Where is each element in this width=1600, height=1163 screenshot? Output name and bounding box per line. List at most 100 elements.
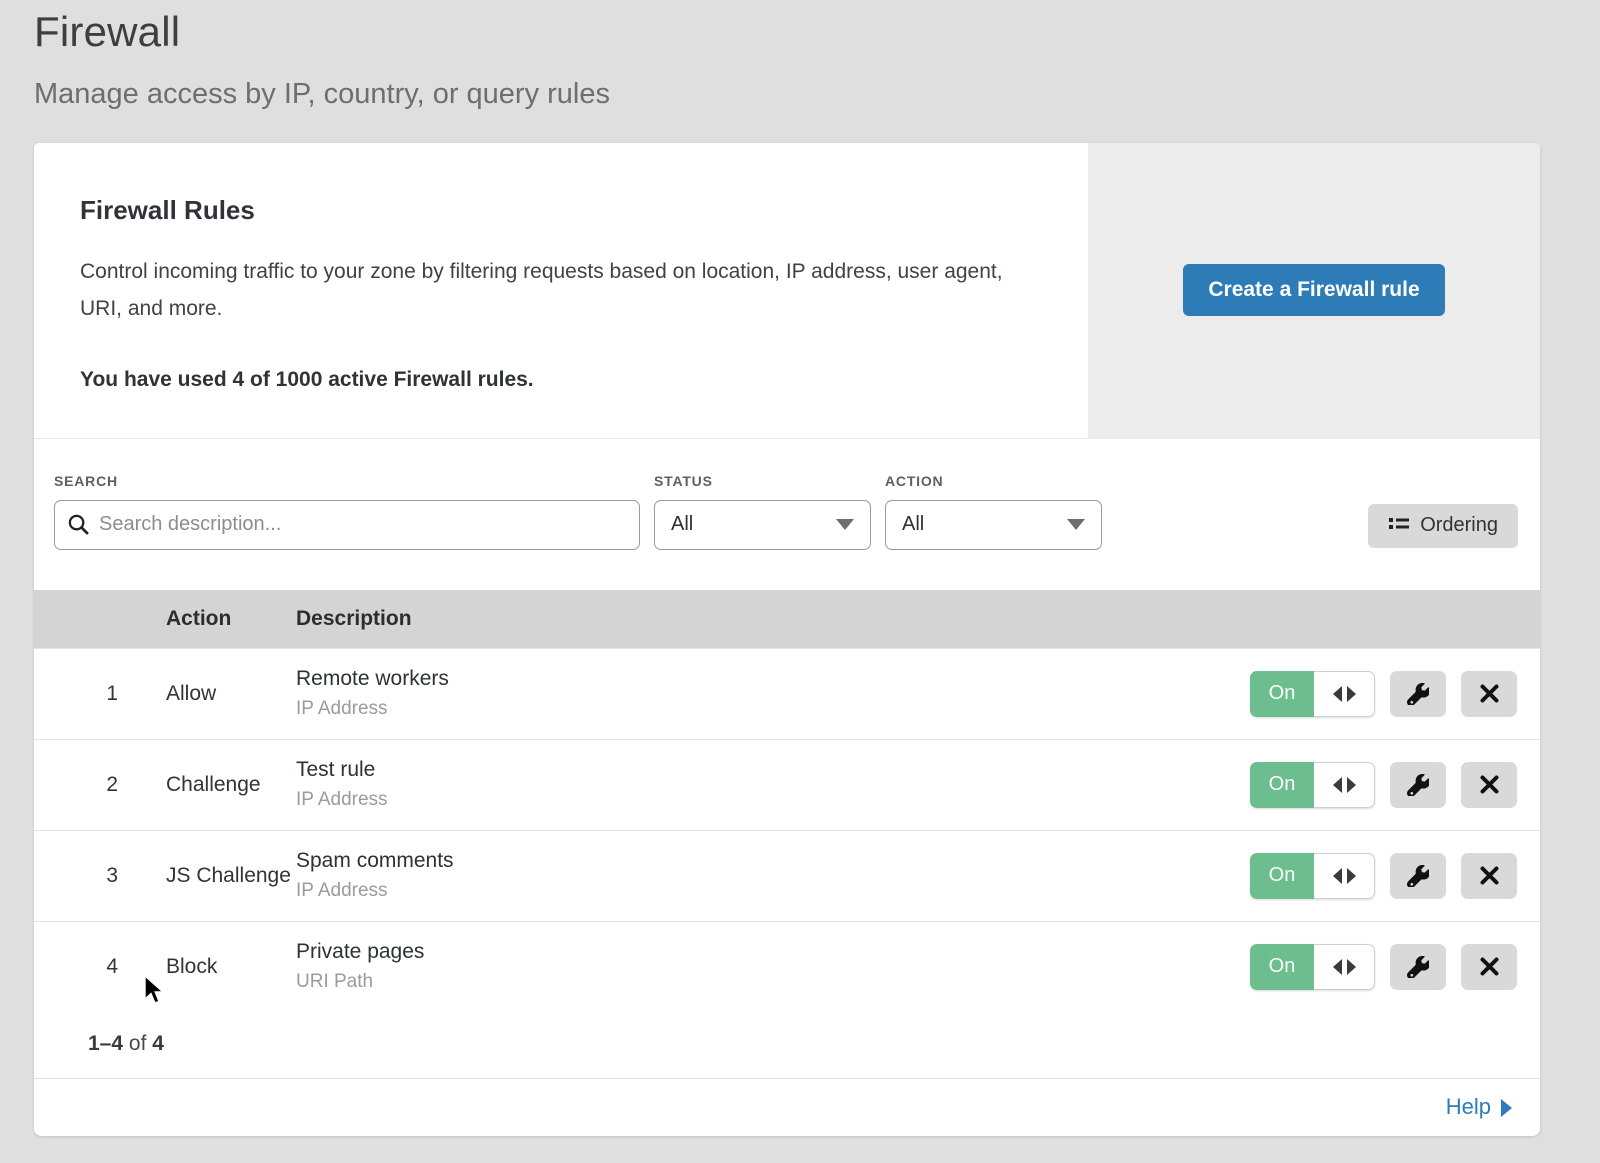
toggle-on-label[interactable]: On	[1250, 762, 1314, 808]
rule-action: Block	[118, 955, 296, 979]
description-column-header: Description	[296, 607, 1540, 631]
rule-controls: On	[1250, 853, 1540, 899]
delete-rule-button[interactable]	[1461, 762, 1517, 808]
rule-description: Private pages	[296, 940, 1250, 964]
action-filter-group: ACTION All	[885, 473, 1102, 550]
toggle-drag-handle[interactable]	[1314, 762, 1375, 808]
usage-summary: You have used 4 of 1000 active Firewall …	[80, 368, 1042, 392]
rule-action: JS Challenge	[118, 864, 296, 888]
table-row: 3 JS Challenge Spam comments IP Address …	[34, 830, 1540, 921]
rule-match-type: IP Address	[296, 789, 1250, 811]
rule-description-cell: Private pages URI Path	[296, 940, 1250, 993]
table-header: Action Description	[34, 590, 1540, 648]
status-label: STATUS	[654, 473, 871, 489]
status-select[interactable]: All	[654, 500, 871, 550]
firewall-rules-card: Firewall Rules Control incoming traffic …	[34, 143, 1540, 1136]
triangle-left-icon	[1333, 777, 1342, 793]
rule-priority: 3	[34, 864, 118, 888]
triangle-left-icon	[1333, 868, 1342, 884]
wrench-icon	[1407, 774, 1429, 796]
delete-rule-button[interactable]	[1461, 944, 1517, 990]
intro-description: Control incoming traffic to your zone by…	[80, 254, 1030, 328]
card-footer: Help	[34, 1078, 1540, 1136]
rule-controls: On	[1250, 671, 1540, 717]
filter-bar: SEARCH STATUS All ACTION All	[34, 439, 1540, 590]
x-icon	[1480, 775, 1499, 794]
edit-rule-button[interactable]	[1390, 762, 1446, 808]
rule-enabled-toggle[interactable]: On	[1250, 853, 1375, 899]
pagination-range: 1–4	[88, 1032, 123, 1055]
wrench-icon	[1407, 865, 1429, 887]
create-firewall-rule-button[interactable]: Create a Firewall rule	[1183, 264, 1444, 316]
rule-action: Challenge	[118, 773, 296, 797]
action-selected-value: All	[902, 513, 1067, 536]
x-icon	[1480, 957, 1499, 976]
rule-priority: 2	[34, 773, 118, 797]
rule-description-cell: Remote workers IP Address	[296, 667, 1250, 720]
page-header: Firewall Manage access by IP, country, o…	[0, 0, 1600, 111]
edit-rule-button[interactable]	[1390, 944, 1446, 990]
triangle-right-icon	[1347, 686, 1356, 702]
list-icon	[1388, 515, 1410, 537]
help-link-label: Help	[1446, 1094, 1491, 1120]
delete-rule-button[interactable]	[1461, 853, 1517, 899]
triangle-right-icon	[1347, 959, 1356, 975]
rule-description: Test rule	[296, 758, 1250, 782]
toggle-drag-handle[interactable]	[1314, 944, 1375, 990]
triangle-left-icon	[1333, 959, 1342, 975]
rule-description-cell: Test rule IP Address	[296, 758, 1250, 811]
toggle-on-label[interactable]: On	[1250, 671, 1314, 717]
toggle-on-label[interactable]: On	[1250, 944, 1314, 990]
intro-text-panel: Firewall Rules Control incoming traffic …	[34, 143, 1088, 438]
pagination-of: of	[129, 1032, 147, 1055]
intro-heading: Firewall Rules	[80, 195, 1042, 226]
x-icon	[1480, 684, 1499, 703]
table-row: 1 Allow Remote workers IP Address On	[34, 648, 1540, 739]
rule-priority: 4	[34, 955, 118, 979]
edit-rule-button[interactable]	[1390, 671, 1446, 717]
pagination-total: 4	[152, 1032, 164, 1055]
action-label: ACTION	[885, 473, 1102, 489]
search-label: SEARCH	[54, 473, 640, 489]
search-input[interactable]	[54, 500, 640, 550]
rule-match-type: IP Address	[296, 698, 1250, 720]
chevron-down-icon	[836, 519, 854, 530]
triangle-right-icon	[1501, 1099, 1512, 1117]
pagination: 1–4 of 4	[34, 1012, 1540, 1078]
delete-rule-button[interactable]	[1461, 671, 1517, 717]
rule-enabled-toggle[interactable]: On	[1250, 944, 1375, 990]
toggle-drag-handle[interactable]	[1314, 853, 1375, 899]
status-filter-group: STATUS All	[654, 473, 871, 550]
page-title: Firewall	[34, 8, 1600, 56]
help-link[interactable]: Help	[1446, 1094, 1512, 1120]
rule-controls: On	[1250, 944, 1540, 990]
search-filter-group: SEARCH	[54, 473, 640, 550]
rule-enabled-toggle[interactable]: On	[1250, 762, 1375, 808]
rule-controls: On	[1250, 762, 1540, 808]
x-icon	[1480, 866, 1499, 885]
ordering-button-label: Ordering	[1420, 514, 1498, 537]
rule-description: Spam comments	[296, 849, 1250, 873]
rule-priority: 1	[34, 682, 118, 706]
triangle-left-icon	[1333, 686, 1342, 702]
rule-match-type: IP Address	[296, 880, 1250, 902]
intro-action-panel: Create a Firewall rule	[1088, 143, 1540, 438]
search-icon	[67, 513, 90, 536]
table-row: 4 Block Private pages URI Path On	[34, 921, 1540, 1012]
toggle-drag-handle[interactable]	[1314, 671, 1375, 717]
rule-action: Allow	[118, 682, 296, 706]
wrench-icon	[1407, 956, 1429, 978]
edit-rule-button[interactable]	[1390, 853, 1446, 899]
table-row: 2 Challenge Test rule IP Address On	[34, 739, 1540, 830]
intro-section: Firewall Rules Control incoming traffic …	[34, 143, 1540, 439]
status-selected-value: All	[671, 513, 836, 536]
rule-description: Remote workers	[296, 667, 1250, 691]
rule-description-cell: Spam comments IP Address	[296, 849, 1250, 902]
rule-enabled-toggle[interactable]: On	[1250, 671, 1375, 717]
ordering-button[interactable]: Ordering	[1368, 504, 1518, 548]
toggle-on-label[interactable]: On	[1250, 853, 1314, 899]
action-select[interactable]: All	[885, 500, 1102, 550]
wrench-icon	[1407, 683, 1429, 705]
triangle-right-icon	[1347, 777, 1356, 793]
chevron-down-icon	[1067, 519, 1085, 530]
